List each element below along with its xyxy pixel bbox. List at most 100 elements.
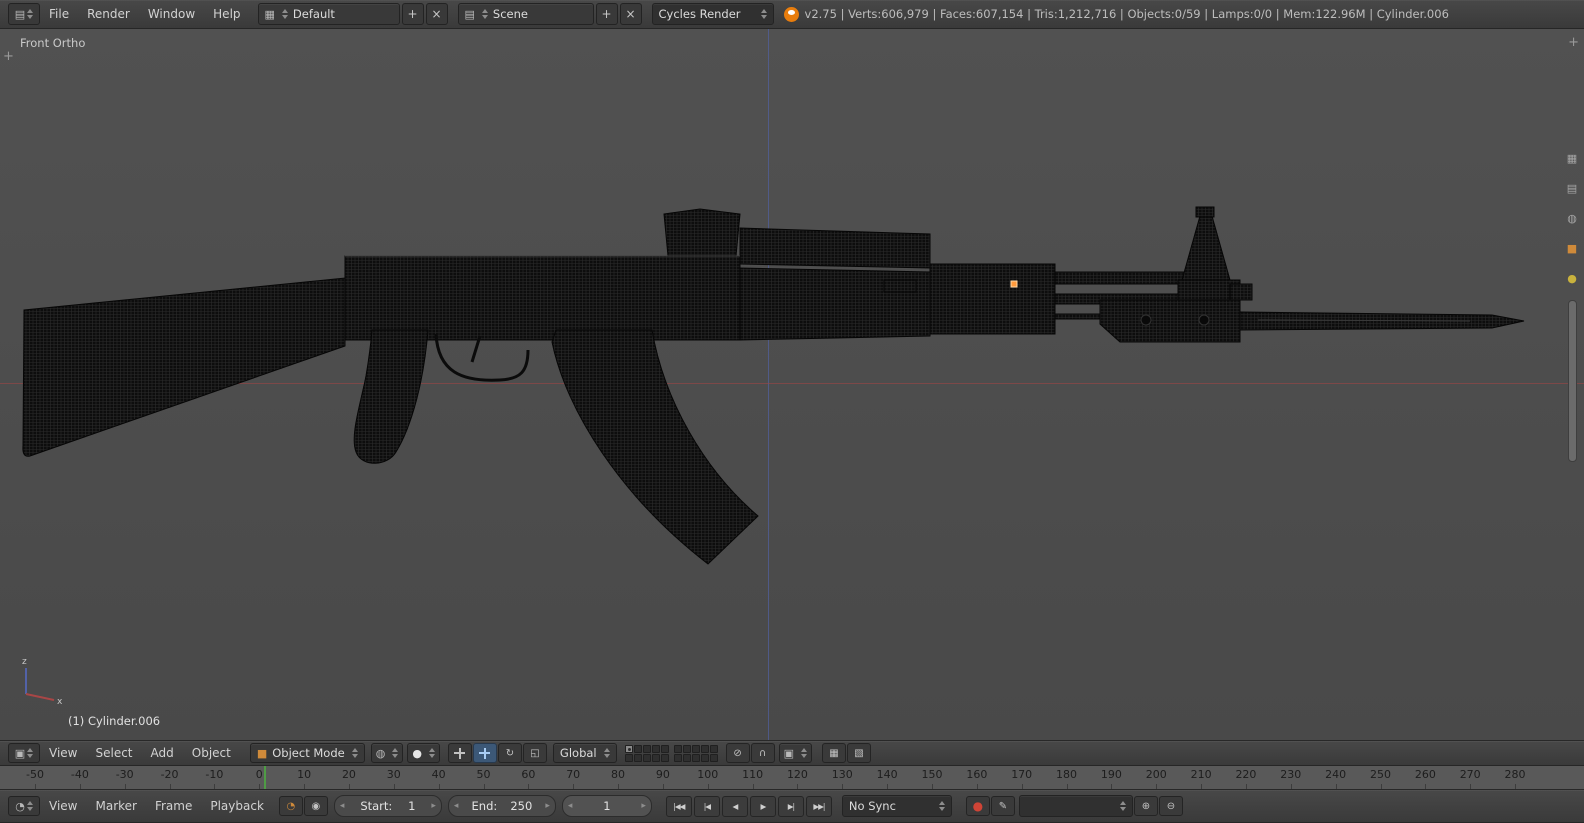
stepper-right-icon[interactable]: ▸ [545,801,550,811]
snap-toggle-button[interactable]: ∩ [750,743,775,763]
preview-range-toggle[interactable]: ◔ [278,796,303,816]
delete-keyframe-button[interactable]: ⊖ [1158,796,1183,816]
layer-cell[interactable] [651,744,660,753]
stepper-left-icon[interactable]: ◂ [454,801,459,811]
menu-playback[interactable]: Playback [201,799,273,813]
menu-frame[interactable]: Frame [146,799,201,813]
layer-cell[interactable] [709,753,718,762]
layer-cell[interactable] [624,744,633,753]
delete-screen-layout-button[interactable]: × [425,3,448,25]
menu-file[interactable]: File [40,7,78,21]
render-engine-selector[interactable]: Cycles Render [651,3,774,25]
editor-type-selector[interactable]: ▤ [8,3,40,25]
editor-type-selector[interactable]: ◔ [8,796,40,816]
layer-cell[interactable] [682,753,691,762]
properties-tab-material-icon[interactable]: ● [1564,270,1580,286]
add-screen-layout-button[interactable]: + [401,3,424,25]
ruler-frame-label: 150 [921,768,943,781]
menu-select[interactable]: Select [86,746,141,760]
transform-orientation-selector[interactable]: Global [552,743,617,763]
opengl-render-animation-button[interactable]: ▧ [847,743,872,763]
ruler-frame-label: 270 [1459,768,1481,781]
jump-to-start-button[interactable]: |◀◀ [665,795,692,817]
play-button[interactable]: ▶ [749,795,776,817]
current-frame-marker[interactable] [263,764,266,789]
frame-end-field[interactable]: ◂ End: 250 ▸ [447,795,556,817]
translate-manipulator-button[interactable] [472,743,497,763]
scale-manipulator-button[interactable]: ◱ [522,743,547,763]
delete-scene-button[interactable]: × [619,3,642,25]
menu-object[interactable]: Object [183,746,240,760]
layer-cell[interactable] [673,744,682,753]
model-front-sight-frame [1181,215,1231,281]
vertical-scrollbar[interactable] [1568,300,1577,462]
scene-lock-button[interactable]: ⊘ [725,743,750,763]
layer-cell[interactable] [642,744,651,753]
layer-cell[interactable] [709,744,718,753]
next-keyframe-button[interactable]: ▶| [777,795,804,817]
layer-cell[interactable] [633,744,642,753]
scene-icon: ▤ [464,7,475,21]
menu-help[interactable]: Help [204,7,249,21]
keying-set-selector[interactable] [1018,795,1133,817]
keying-mode-button[interactable]: ✎ [990,796,1015,816]
auto-keyframe-record-button[interactable]: ● [965,796,990,816]
properties-tab-render-icon[interactable]: ▦ [1564,150,1580,166]
rotate-manipulator-button[interactable]: ↻ [497,743,522,763]
stepper-left-icon[interactable]: ◂ [340,801,345,811]
mode-selector[interactable]: ■ Object Mode [249,743,365,763]
screen-layout-selector[interactable]: ▦ Default [257,3,400,25]
view-name-label: Front Ortho [20,36,86,50]
sync-mode-selector[interactable]: No Sync [841,795,952,817]
editor-type-selector[interactable]: ▣ [8,743,40,763]
menu-view[interactable]: View [40,746,86,760]
layer-cell[interactable] [660,753,669,762]
gizmo-x-label: x [57,697,63,707]
menu-add[interactable]: Add [142,746,183,760]
layer-cell[interactable] [660,744,669,753]
layer-cell[interactable] [691,744,700,753]
menu-marker[interactable]: Marker [86,799,145,813]
properties-tab-scene-icon[interactable]: ▤ [1564,180,1580,196]
stepper-right-icon[interactable]: ▸ [641,801,646,811]
layer-cell[interactable] [642,753,651,762]
viewport-header: ▣ View Select Add Object ■ Object Mode ◍… [0,740,1584,766]
layer-cell[interactable] [682,744,691,753]
stepper-left-icon[interactable]: ◂ [568,801,573,811]
insert-keyframe-button[interactable]: ⊕ [1133,796,1158,816]
layer-cell[interactable] [673,753,682,762]
pen-icon: ✎ [998,800,1008,812]
layer-cell[interactable] [700,744,709,753]
menu-window[interactable]: Window [139,7,204,21]
stepper-right-icon[interactable]: ▸ [431,801,436,811]
viewport-shading-selector[interactable]: ◍ [370,743,404,763]
ruler-frame-label: 200 [1145,768,1167,781]
properties-tab-object-icon[interactable]: ■ [1564,240,1580,256]
wireframe-model[interactable] [0,28,1584,740]
opengl-render-image-button[interactable]: ▦ [822,743,847,763]
timeline-ruler[interactable]: -50 -40 -30 -20 -10 0 10 20 30 40 50 60 70 80 90 100 110… [0,764,1584,790]
jump-to-end-button[interactable]: ▶▶| [805,795,832,817]
manipulator-toggle-button[interactable] [447,743,472,763]
ruler-frame-label: 190 [1100,768,1122,781]
ruler-frame-label: 60 [521,768,536,781]
lock-time-cursor-toggle[interactable]: ◉ [303,796,328,816]
scene-selector[interactable]: ▤ Scene [457,3,594,25]
layer-cell[interactable] [700,753,709,762]
layer-cell[interactable] [633,753,642,762]
play-reverse-button[interactable]: ◀ [721,795,748,817]
frame-start-field[interactable]: ◂ Start: 1 ▸ [333,795,442,817]
expand-toolshelf-icon[interactable]: + [3,50,14,63]
layer-cell[interactable] [624,753,633,762]
current-frame-field[interactable]: ◂ 1 ▸ [561,795,652,817]
menu-render[interactable]: Render [78,7,139,21]
add-scene-button[interactable]: + [595,3,618,25]
layer-cell[interactable] [691,753,700,762]
pivot-point-selector[interactable]: ● [407,743,440,763]
snap-element-selector[interactable]: ▣ [778,743,813,763]
3d-viewport[interactable]: Front Ortho (1) Cylinder.006 + + z x ▦ ▤… [0,28,1584,740]
layer-cell[interactable] [651,753,660,762]
properties-tab-world-icon[interactable]: ◍ [1564,210,1580,226]
previous-keyframe-button[interactable]: |◀ [693,795,720,817]
menu-view[interactable]: View [40,799,86,813]
